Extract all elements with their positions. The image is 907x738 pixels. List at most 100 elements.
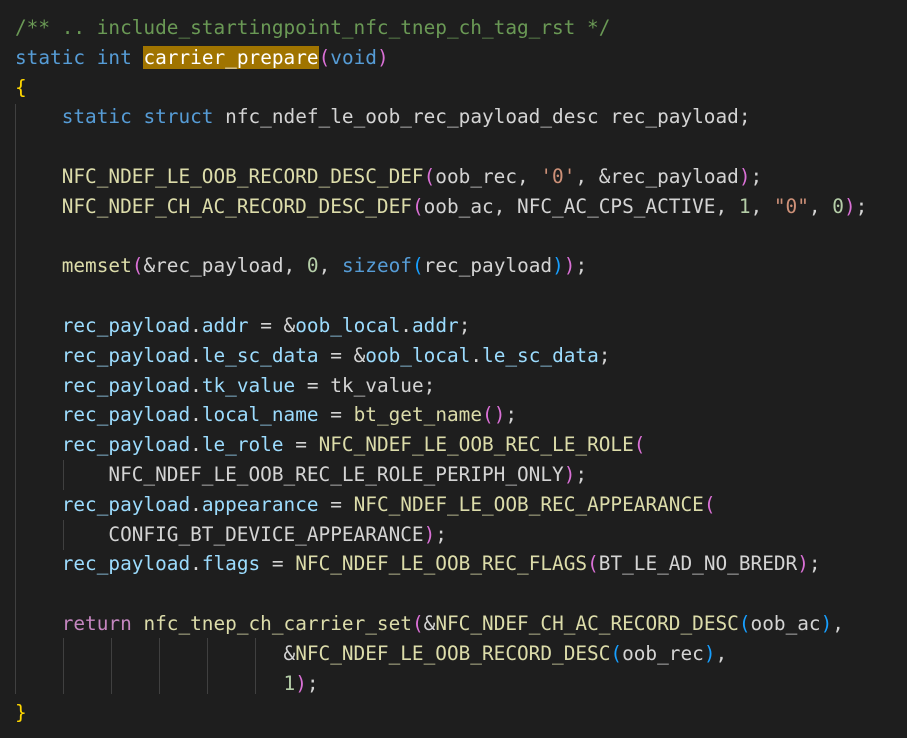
code-token-keyword: struct xyxy=(143,105,214,129)
code-token-plain: = & xyxy=(318,343,366,367)
code-line[interactable]: CONFIG_BT_DEVICE_APPEARANCE); xyxy=(15,520,447,550)
code-token-plain: CONFIG_BT_DEVICE_APPEARANCE xyxy=(15,522,424,546)
code-token-plain: & xyxy=(423,612,436,635)
code-token-bracket2: ) xyxy=(295,671,307,695)
code-line[interactable]: } xyxy=(15,698,27,728)
code-token-macro: NFC_NDEF_CH_AC_RECORD_DESC_DEF xyxy=(61,194,412,218)
code-token-number: 0 xyxy=(306,254,319,278)
code-token-bracket3: ) xyxy=(703,641,716,665)
code-token-plain: . xyxy=(190,403,202,427)
code-token-bracket3: ( xyxy=(738,612,751,635)
code-line[interactable]: rec_payload.tk_value = tk_value; xyxy=(15,371,436,401)
code-line[interactable]: NFC_NDEF_LE_OOB_REC_LE_ROLE_PERIPH_ONLY)… xyxy=(15,460,587,490)
code-line[interactable]: 1); xyxy=(15,669,319,699)
code-line[interactable]: rec_payload.local_name = bt_get_name(); xyxy=(15,400,517,430)
code-token-keyword: static xyxy=(61,105,132,129)
code-token-variable: oob_local xyxy=(295,314,401,337)
code-token-function: memset xyxy=(61,254,132,278)
code-token-plain: . xyxy=(190,373,202,397)
code-token-plain: = xyxy=(260,552,296,576)
code-token-plain: = xyxy=(283,433,319,457)
code-token-plain: ; xyxy=(505,403,518,427)
code-token-variable: flags xyxy=(201,552,261,576)
code-token-plain: oob_ac, NFC_AC_CPS_ACTIVE, xyxy=(423,194,739,218)
code-line[interactable]: { xyxy=(15,73,27,103)
code-line[interactable]: return nfc_tnep_ch_carrier_set(&NFC_NDEF… xyxy=(15,609,844,639)
code-token-keyword: int xyxy=(96,45,132,69)
code-token-plain: , xyxy=(715,641,728,665)
code-token-bracket2: ) xyxy=(563,254,576,278)
code-token-highlight: carrier_prepare xyxy=(143,45,319,69)
code-line[interactable]: rec_payload.le_sc_data = &oob_local.le_s… xyxy=(15,341,611,371)
code-token-bracket2: ( xyxy=(411,612,424,635)
code-token-plain: ; xyxy=(435,522,447,546)
code-token-macro: NFC_NDEF_CH_AC_RECORD_DESC xyxy=(435,612,739,635)
code-token-plain: . xyxy=(190,492,202,516)
code-token-variable: oob_local xyxy=(365,343,471,367)
code-token-plain: ; xyxy=(575,254,588,278)
code-line[interactable]: rec_payload.le_role = NFC_NDEF_LE_OOB_RE… xyxy=(15,430,646,460)
code-line[interactable]: NFC_NDEF_CH_AC_RECORD_DESC_DEF(oob_ac, N… xyxy=(15,192,868,222)
code-token-macro: NFC_NDEF_LE_OOB_RECORD_DESC_DEF xyxy=(61,165,424,188)
code-token-macro: NFC_NDEF_LE_OOB_REC_FLAGS xyxy=(295,552,588,576)
code-token-plain: , &rec_payload xyxy=(575,165,739,188)
code-token-bracket3: ( xyxy=(411,254,424,278)
code-token-plain: . xyxy=(190,433,202,457)
code-token-comment: /** .. include_startingpoint_nfc_tnep_ch… xyxy=(15,16,611,39)
code-token-plain: , xyxy=(832,612,844,635)
code-token-plain: & xyxy=(15,641,296,665)
code-token-bracket2: ) xyxy=(376,45,389,69)
code-token-plain: . xyxy=(470,343,483,367)
code-token-bracket3: ( xyxy=(610,641,623,665)
code-token-variable: rec_payload xyxy=(61,403,191,427)
code-token-plain: oob_rec, xyxy=(435,165,541,188)
code-line[interactable]: rec_payload.addr = &oob_local.addr; xyxy=(15,311,471,341)
code-token-variable: rec_payload xyxy=(61,552,191,576)
code-token-number: 0 xyxy=(832,194,844,218)
code-token-bracket2: ) xyxy=(423,522,436,546)
code-token-bracket2: ( xyxy=(131,254,144,278)
code-token-bracket2: ( xyxy=(633,433,646,457)
code-token-variable: le_role xyxy=(201,433,284,457)
code-line[interactable]: rec_payload.flags = NFC_NDEF_LE_OOB_REC_… xyxy=(15,549,821,579)
code-token-variable: rec_payload xyxy=(61,433,191,457)
code-token-plain: = tk_value; xyxy=(295,373,436,397)
code-token-plain: . xyxy=(400,314,412,337)
code-token-variable: addr xyxy=(411,314,459,337)
code-token-plain: ; xyxy=(575,463,588,486)
code-token-function: bt_get_name xyxy=(353,403,483,427)
code-token-plain: = xyxy=(318,492,354,516)
code-token-function: nfc_tnep_ch_carrier_set xyxy=(143,612,412,635)
code-token-bracket2: ) xyxy=(843,194,856,218)
code-token-variable: rec_payload xyxy=(61,373,191,397)
code-line[interactable]: rec_payload.appearance = NFC_NDEF_LE_OOB… xyxy=(15,490,716,520)
code-line[interactable]: memset(&rec_payload, 0, sizeof(rec_paylo… xyxy=(15,251,587,281)
code-token-plain: = xyxy=(318,403,354,427)
code-line[interactable]: static int carrier_prepare(void) xyxy=(15,43,389,73)
code-token-control: return xyxy=(61,612,132,635)
code-token-plain: ; xyxy=(598,343,611,367)
code-token-variable: le_sc_data xyxy=(201,343,319,367)
code-line[interactable]: /** .. include_startingpoint_nfc_tnep_ch… xyxy=(15,13,610,43)
code-token-string: '0' xyxy=(540,165,576,188)
code-line[interactable]: NFC_NDEF_LE_OOB_RECORD_DESC_DEF(oob_rec,… xyxy=(15,162,763,192)
code-token-variable: rec_payload xyxy=(61,343,191,367)
code-token-macro: NFC_NDEF_LE_OOB_REC_APPEARANCE xyxy=(353,492,704,516)
code-token-plain: nfc_ndef_le_oob_rec_payload_desc rec_pay… xyxy=(213,105,751,129)
code-token-bracket2: ( xyxy=(411,194,424,218)
code-editor[interactable]: /** .. include_startingpoint_nfc_tnep_ch… xyxy=(0,0,907,738)
code-token-plain: rec_payload xyxy=(423,254,553,278)
code-token-string: "0" xyxy=(773,194,809,218)
code-line[interactable]: &NFC_NDEF_LE_OOB_RECORD_DESC(oob_rec), xyxy=(15,639,728,669)
code-token-bracket2: ) xyxy=(563,463,576,486)
code-line[interactable]: static struct nfc_ndef_le_oob_rec_payloa… xyxy=(15,102,751,132)
